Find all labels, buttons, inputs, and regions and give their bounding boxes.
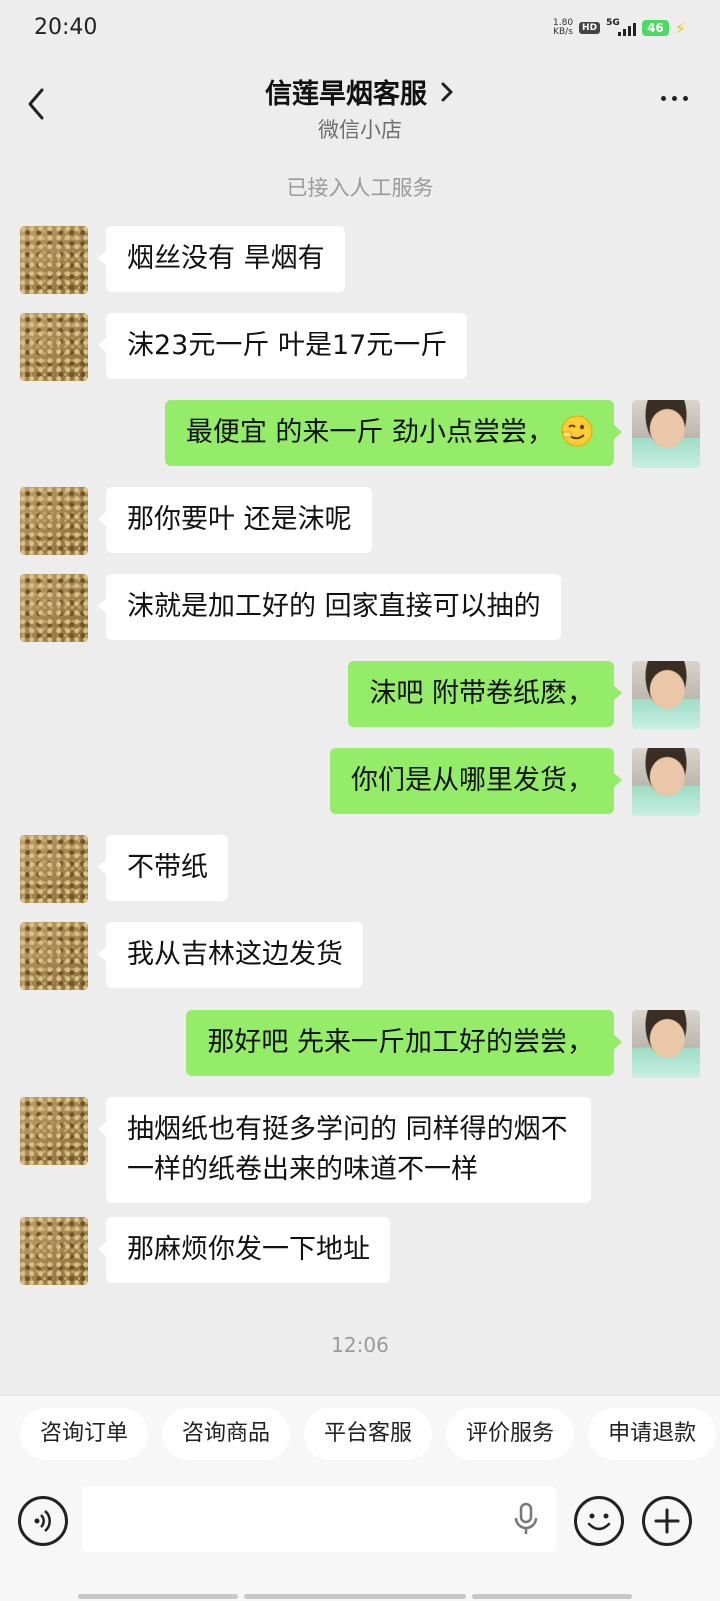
user-avatar[interactable] xyxy=(632,400,700,468)
chevron-right-icon xyxy=(439,80,455,111)
message-bubble[interactable]: 那好吧 先来一斤加工好的尝尝， xyxy=(186,1010,622,1076)
more-actions-button[interactable] xyxy=(642,1496,692,1546)
smirk-emoji-icon xyxy=(561,415,593,447)
emoji-button[interactable] xyxy=(574,1496,624,1546)
microphone-icon[interactable] xyxy=(512,1502,540,1536)
message-received: 烟丝没有 旱烟有 xyxy=(20,226,345,294)
message-received: 沫23元一斤 叶是17元一斤 xyxy=(20,313,468,381)
shop-avatar[interactable] xyxy=(20,487,88,555)
more-dots-icon xyxy=(661,96,666,101)
chat-header: 信莲旱烟客服 微信小店 xyxy=(0,56,720,146)
message-sent: 你们是从哪里发货， xyxy=(330,748,700,816)
message-bubble[interactable]: 抽烟纸也有挺多学问的 同样得的烟不一样的纸卷出来的味道不一样 xyxy=(98,1097,591,1203)
message-bubble[interactable]: 你们是从哪里发货， xyxy=(330,748,622,814)
message-sent: 最便宜 的来一斤 劲小点尝尝， xyxy=(164,400,700,468)
message-received: 那你要叶 还是沫呢 xyxy=(20,487,372,555)
message-sent: 那好吧 先来一斤加工好的尝尝， xyxy=(186,1010,700,1078)
quick-reply-rate-service[interactable]: 评价服务 xyxy=(446,1408,575,1460)
voice-mode-button[interactable] xyxy=(18,1496,68,1546)
system-notice: 已接入人工服务 xyxy=(286,176,434,200)
quick-reply-platform-service[interactable]: 平台客服 xyxy=(304,1408,433,1460)
signal-icon: 5G xyxy=(606,18,637,38)
user-avatar[interactable] xyxy=(632,1010,700,1078)
battery-icon: 46 xyxy=(642,20,669,36)
network-speed: 1.80 KB/s xyxy=(553,18,574,37)
message-bubble[interactable]: 烟丝没有 旱烟有 xyxy=(98,226,345,292)
chat-subtitle: 微信小店 xyxy=(318,118,402,142)
message-bubble[interactable]: 那你要叶 还是沫呢 xyxy=(98,487,372,553)
input-bar xyxy=(0,1486,720,1566)
message-received: 不带纸 xyxy=(20,835,228,903)
more-button[interactable] xyxy=(661,96,688,101)
quick-reply-products[interactable]: 咨询商品 xyxy=(162,1408,291,1460)
message-received: 抽烟纸也有挺多学问的 同样得的烟不一样的纸卷出来的味道不一样 xyxy=(20,1097,591,1203)
message-bubble[interactable]: 那麻烦你发一下地址 xyxy=(98,1217,390,1283)
voice-icon xyxy=(34,1510,51,1532)
message-bubble[interactable]: 最便宜 的来一斤 劲小点尝尝， xyxy=(164,400,623,466)
chat-title[interactable]: 信莲旱烟客服 xyxy=(0,72,720,111)
quick-reply-orders[interactable]: 咨询订单 xyxy=(20,1408,149,1460)
message-bubble[interactable]: 沫吧 附带卷纸麽， xyxy=(348,661,622,727)
message-bubble[interactable]: 沫就是加工好的 回家直接可以抽的 xyxy=(98,574,561,640)
charging-icon: ⚡ xyxy=(674,18,686,38)
hd-icon: HD xyxy=(579,22,601,34)
shop-avatar[interactable] xyxy=(20,313,88,381)
shop-avatar[interactable] xyxy=(20,1097,88,1165)
message-received: 那麻烦你发一下地址 xyxy=(20,1217,390,1285)
message-bubble[interactable]: 沫23元一斤 叶是17元一斤 xyxy=(97,313,468,379)
quick-reply-refund[interactable]: 申请退款 xyxy=(588,1408,717,1460)
shop-avatar[interactable] xyxy=(20,922,88,990)
plus-icon xyxy=(654,1508,680,1534)
status-icons: 1.80 KB/s HD 5G 46 ⚡ xyxy=(553,18,686,38)
shop-avatar[interactable] xyxy=(20,1217,88,1285)
status-bar: 20:40 1.80 KB/s HD 5G 46 ⚡ xyxy=(0,0,720,56)
quick-reply-bar: 咨询订单 咨询商品 平台客服 评价服务 申请退款 xyxy=(20,1408,717,1460)
user-avatar[interactable] xyxy=(632,748,700,816)
smiley-icon xyxy=(587,1513,611,1531)
message-bubble[interactable]: 我从吉林这边发货 xyxy=(98,922,363,988)
user-avatar[interactable] xyxy=(632,661,700,729)
message-input[interactable] xyxy=(82,1486,556,1552)
shop-avatar[interactable] xyxy=(20,226,88,294)
message-sent: 沫吧 附带卷纸麽， xyxy=(348,661,700,729)
bottom-panel: 咨询订单 咨询商品 平台客服 评价服务 申请退款 xyxy=(0,1395,720,1601)
message-received: 我从吉林这边发货 xyxy=(20,922,363,990)
shop-avatar[interactable] xyxy=(20,574,88,642)
message-bubble[interactable]: 不带纸 xyxy=(98,835,228,901)
status-time: 20:40 xyxy=(34,15,98,40)
time-divider: 12:06 xyxy=(331,1333,389,1357)
message-received: 沫就是加工好的 回家直接可以抽的 xyxy=(20,574,561,642)
home-indicator xyxy=(78,1594,632,1599)
shop-avatar[interactable] xyxy=(20,835,88,903)
